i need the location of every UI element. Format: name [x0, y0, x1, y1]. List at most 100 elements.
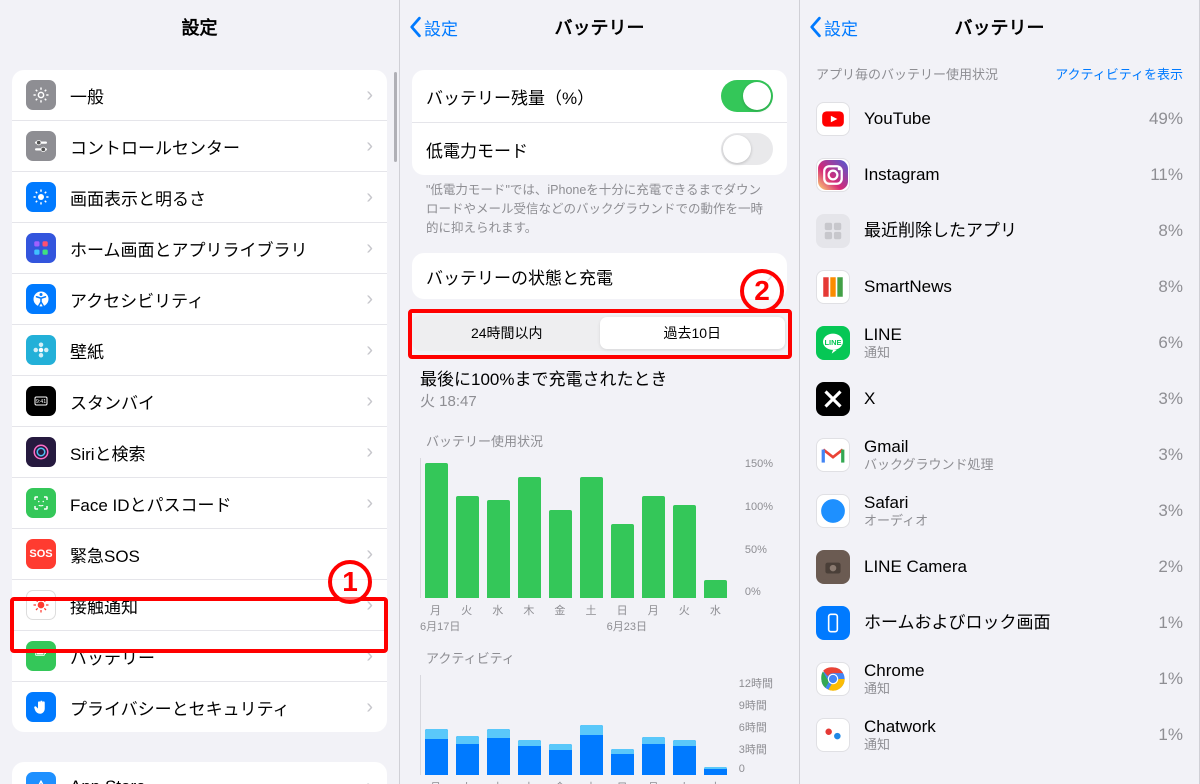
app-icon: [816, 382, 850, 416]
app-row[interactable]: Gmailバックグラウンド処理3%: [800, 427, 1199, 483]
settings-row-brightness[interactable]: 画面表示と明るさ›: [12, 172, 387, 223]
per-app-label: アプリ毎のバッテリー使用状況: [816, 64, 998, 83]
battery-icon: [26, 641, 56, 671]
settings-row-siri[interactable]: Siriと検索›: [12, 427, 387, 478]
app-usage-list: YouTube49%Instagram11%最近削除したアプリ8%SmartNe…: [800, 91, 1199, 763]
app-row[interactable]: 最近削除したアプリ8%: [800, 203, 1199, 259]
battery-health-row[interactable]: バッテリーの状態と充電 ›: [412, 253, 787, 299]
activity-chart: 12時間9時間6時間3時間0: [420, 675, 731, 775]
app-percent: 1%: [1158, 613, 1183, 633]
usage-header: アプリ毎のバッテリー使用状況 アクティビティを表示: [800, 54, 1199, 91]
row-label: バッテリー: [70, 644, 360, 669]
settings-row-flower[interactable]: 壁紙›: [12, 325, 387, 376]
row-label: スタンバイ: [70, 389, 360, 414]
app-percent: 2%: [1158, 557, 1183, 577]
page-title: バッテリー: [555, 14, 645, 40]
app-name-block: LINE Camera: [864, 557, 1158, 577]
faceid-icon: [26, 488, 56, 518]
sliders-icon: [26, 131, 56, 161]
chevron-right-icon: ›: [366, 288, 373, 311]
show-activity-link[interactable]: アクティビティを表示: [1055, 64, 1183, 83]
settings-panel: 設定 一般›コントロールセンター›画面表示と明るさ›ホーム画面とアプリライブラリ…: [0, 0, 400, 784]
app-percent: 8%: [1158, 277, 1183, 297]
chevron-left-icon: [408, 16, 422, 38]
grid-icon: [26, 233, 56, 263]
page-title: バッテリー: [955, 14, 1045, 40]
chevron-left-icon: [808, 16, 822, 38]
chart-bar: [487, 729, 510, 775]
chevron-right-icon: ›: [366, 594, 373, 617]
settings-row-gear[interactable]: 一般›: [12, 70, 387, 121]
seg-24h[interactable]: 24時間以内: [414, 317, 600, 349]
row-label: コントロールセンター: [70, 134, 360, 159]
settings-group-2: App Store›: [12, 762, 387, 784]
app-percent: 3%: [1158, 389, 1183, 409]
toggle-label: バッテリー残量（%）: [426, 84, 721, 109]
settings-row-battery[interactable]: バッテリー›: [12, 631, 387, 682]
chart-bar: [425, 463, 448, 598]
toggle-switch[interactable]: [721, 133, 773, 165]
chart-bar: [425, 729, 448, 775]
app-percent: 1%: [1158, 725, 1183, 745]
app-row[interactable]: SmartNews8%: [800, 259, 1199, 315]
settings-row-appstore[interactable]: App Store›: [12, 762, 387, 784]
app-name-block: Instagram: [864, 165, 1150, 185]
annotation-badge-1: 1: [328, 560, 372, 604]
low-power-note: "低電力モード"では、iPhoneを十分に充電できるまでダウンロードやメール受信…: [400, 175, 799, 237]
settings-row-standby[interactable]: 9:41スタンバイ›: [12, 376, 387, 427]
app-percent: 8%: [1158, 221, 1183, 241]
back-button[interactable]: 設定: [408, 15, 458, 40]
app-icon: [816, 214, 850, 248]
app-percent: 6%: [1158, 333, 1183, 353]
app-row[interactable]: X3%: [800, 371, 1199, 427]
app-percent: 1%: [1158, 669, 1183, 689]
settings-row-accessibility[interactable]: アクセシビリティ›: [12, 274, 387, 325]
app-icon: [816, 718, 850, 752]
app-row[interactable]: LINELINE通知6%: [800, 315, 1199, 371]
app-icon: [816, 606, 850, 640]
app-name-block: YouTube: [864, 109, 1149, 129]
chart-bar: [611, 524, 634, 599]
date-start: 6月17日: [420, 618, 607, 634]
back-button[interactable]: 設定: [808, 15, 858, 40]
app-row[interactable]: Safariオーディオ3%: [800, 483, 1199, 539]
app-row[interactable]: LINE Camera2%: [800, 539, 1199, 595]
settings-row-grid[interactable]: ホーム画面とアプリライブラリ›: [12, 223, 387, 274]
seg-10d[interactable]: 過去10日: [600, 317, 786, 349]
appstore-icon: [26, 772, 56, 784]
battery-health-group: バッテリーの状態と充電 ›: [412, 253, 787, 299]
app-row[interactable]: Chrome通知1%: [800, 651, 1199, 707]
time-range-segment: 24時間以内 過去10日: [412, 315, 787, 351]
toggle-row: 低電力モード: [412, 123, 787, 175]
settings-row-sliders[interactable]: コントロールセンター›: [12, 121, 387, 172]
toggle-label: 低電力モード: [426, 137, 721, 162]
app-row[interactable]: YouTube49%: [800, 91, 1199, 147]
chevron-right-icon: ›: [366, 186, 373, 209]
app-row[interactable]: Instagram11%: [800, 147, 1199, 203]
app-icon: [816, 662, 850, 696]
app-row[interactable]: ホームおよびロック画面1%: [800, 595, 1199, 651]
exposure-icon: [26, 590, 56, 620]
chart-bar: [611, 749, 634, 776]
chevron-right-icon: ›: [366, 492, 373, 515]
chart-bar: [518, 477, 541, 598]
chart-bar: [549, 510, 572, 599]
page-title: 設定: [182, 14, 218, 40]
settings-row-faceid[interactable]: Face IDとパスコード ›: [12, 478, 387, 529]
toggle-row: バッテリー残量（%）: [412, 70, 787, 123]
toggle-switch[interactable]: [721, 80, 773, 112]
chevron-right-icon: ›: [366, 696, 373, 719]
scrollbar[interactable]: [394, 72, 397, 162]
app-name-block: SmartNews: [864, 277, 1158, 297]
settings-group: 一般›コントロールセンター›画面表示と明るさ›ホーム画面とアプリライブラリ›アク…: [12, 70, 387, 732]
chevron-right-icon: ›: [366, 237, 373, 260]
app-row[interactable]: Chatwork通知1%: [800, 707, 1199, 763]
chevron-right-icon: ›: [366, 390, 373, 413]
last-full-charge-title: 最後に100%まで充電されたとき: [400, 351, 799, 390]
row-label: Face IDとパスコード: [70, 491, 360, 516]
row-label: 接触通知: [70, 593, 360, 618]
battery-usage-chart: 150%100%50%0%: [420, 458, 731, 598]
app-name-block: LINE通知: [864, 325, 1158, 361]
settings-row-hand[interactable]: プライバシーとセキュリティ›: [12, 682, 387, 732]
app-icon: [816, 158, 850, 192]
